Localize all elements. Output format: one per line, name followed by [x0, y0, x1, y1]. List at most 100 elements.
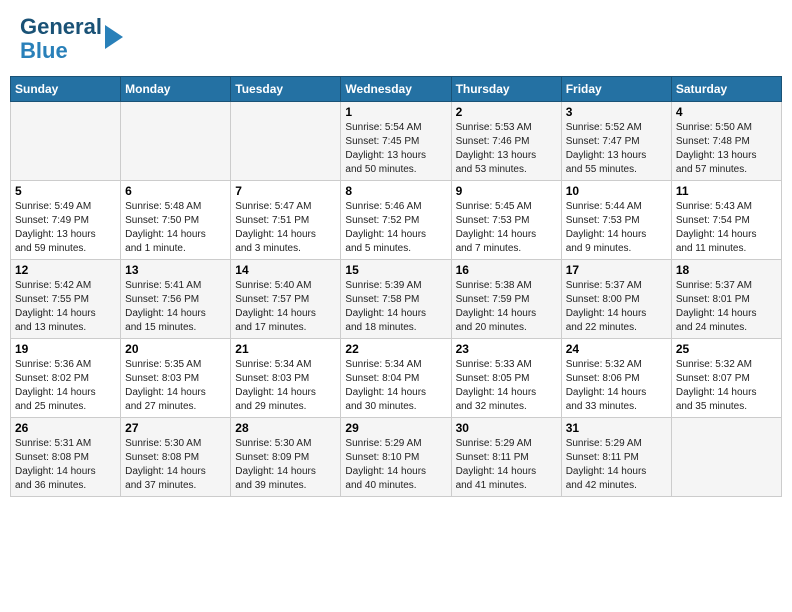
- day-info: Sunrise: 5:34 AMSunset: 8:04 PMDaylight:…: [345, 358, 446, 414]
- day-info: Sunrise: 5:35 AMSunset: 8:03 PMDaylight:…: [125, 358, 226, 414]
- day-info: Sunrise: 5:45 AMSunset: 7:53 PMDaylight:…: [456, 200, 557, 256]
- day-cell: [11, 102, 121, 181]
- day-cell: 4 Sunrise: 5:50 AMSunset: 7:48 PMDaylight…: [671, 102, 781, 181]
- day-number: 12: [15, 263, 116, 277]
- day-info: Sunrise: 5:30 AMSunset: 8:09 PMDaylight:…: [235, 437, 336, 493]
- day-cell: 23Sunrise: 5:33 AMSunset: 8:05 PMDayligh…: [451, 339, 561, 418]
- day-cell: 15Sunrise: 5:39 AMSunset: 7:58 PMDayligh…: [341, 260, 451, 339]
- header-day-thursday: Thursday: [451, 77, 561, 102]
- day-number: 26: [15, 421, 116, 435]
- day-number: 27: [125, 421, 226, 435]
- day-cell: 8 Sunrise: 5:46 AMSunset: 7:52 PMDaylight…: [341, 181, 451, 260]
- day-info: Sunrise: 5:38 AMSunset: 7:59 PMDaylight:…: [456, 279, 557, 335]
- day-info: Sunrise: 5:50 AMSunset: 7:48 PMDaylight:…: [676, 121, 777, 177]
- day-info: Sunrise: 5:44 AMSunset: 7:53 PMDaylight:…: [566, 200, 667, 256]
- day-cell: 12Sunrise: 5:42 AMSunset: 7:55 PMDayligh…: [11, 260, 121, 339]
- day-info: Sunrise: 5:47 AMSunset: 7:51 PMDaylight:…: [235, 200, 336, 256]
- week-row-2: 5Sunrise: 5:49 AMSunset: 7:49 PMDaylight…: [11, 181, 782, 260]
- day-number: 5: [15, 184, 116, 198]
- day-cell: 29Sunrise: 5:29 AMSunset: 8:10 PMDayligh…: [341, 418, 451, 497]
- day-cell: [671, 418, 781, 497]
- day-cell: 19 Sunrise: 5:36 AMSunset: 8:02 PMDayligh…: [11, 339, 121, 418]
- day-number: 25: [676, 342, 777, 356]
- day-info: Sunrise: 5:32 AMSunset: 8:07 PMDaylight:…: [676, 358, 777, 414]
- day-cell: 2Sunrise: 5:53 AMSunset: 7:46 PMDaylight…: [451, 102, 561, 181]
- day-cell: 28 Sunrise: 5:30 AMSunset: 8:09 PMDayligh…: [231, 418, 341, 497]
- logo: GeneralBlue: [20, 15, 123, 63]
- day-number: 4: [676, 105, 777, 119]
- day-cell: 5Sunrise: 5:49 AMSunset: 7:49 PMDaylight…: [11, 181, 121, 260]
- header-day-wednesday: Wednesday: [341, 77, 451, 102]
- day-number: 16: [456, 263, 557, 277]
- day-info: Sunrise: 5:43 AMSunset: 7:54 PMDaylight:…: [676, 200, 777, 256]
- day-info: Sunrise: 5:48 AMSunset: 7:50 PMDaylight:…: [125, 200, 226, 256]
- week-row-5: 26 Sunrise: 5:31 AMSunset: 8:08 PMDayligh…: [11, 418, 782, 497]
- header-day-friday: Friday: [561, 77, 671, 102]
- day-cell: 21Sunrise: 5:34 AMSunset: 8:03 PMDayligh…: [231, 339, 341, 418]
- day-number: 11: [676, 184, 777, 198]
- day-cell: 11 Sunrise: 5:43 AMSunset: 7:54 PMDayligh…: [671, 181, 781, 260]
- day-number: 21: [235, 342, 336, 356]
- day-number: 10: [566, 184, 667, 198]
- day-cell: 25 Sunrise: 5:32 AMSunset: 8:07 PMDayligh…: [671, 339, 781, 418]
- day-cell: 9 Sunrise: 5:45 AMSunset: 7:53 PMDaylight…: [451, 181, 561, 260]
- logo-arrow-icon: [105, 25, 123, 49]
- day-number: 20: [125, 342, 226, 356]
- header-day-tuesday: Tuesday: [231, 77, 341, 102]
- day-info: Sunrise: 5:53 AMSunset: 7:46 PMDaylight:…: [456, 121, 557, 177]
- day-number: 18: [676, 263, 777, 277]
- day-number: 28: [235, 421, 336, 435]
- day-cell: [121, 102, 231, 181]
- day-info: Sunrise: 5:32 AMSunset: 8:06 PMDaylight:…: [566, 358, 667, 414]
- day-cell: 7 Sunrise: 5:47 AMSunset: 7:51 PMDaylight…: [231, 181, 341, 260]
- day-number: 30: [456, 421, 557, 435]
- calendar-body: 1Sunrise: 5:54 AMSunset: 7:45 PMDaylight…: [11, 102, 782, 497]
- day-number: 24: [566, 342, 667, 356]
- day-number: 7: [235, 184, 336, 198]
- day-cell: 6 Sunrise: 5:48 AMSunset: 7:50 PMDaylight…: [121, 181, 231, 260]
- day-info: Sunrise: 5:54 AMSunset: 7:45 PMDaylight:…: [345, 121, 446, 177]
- day-number: 14: [235, 263, 336, 277]
- day-cell: 30 Sunrise: 5:29 AMSunset: 8:11 PMDayligh…: [451, 418, 561, 497]
- week-row-4: 19 Sunrise: 5:36 AMSunset: 8:02 PMDayligh…: [11, 339, 782, 418]
- day-number: 6: [125, 184, 226, 198]
- day-number: 13: [125, 263, 226, 277]
- day-cell: 31Sunrise: 5:29 AMSunset: 8:11 PMDayligh…: [561, 418, 671, 497]
- day-number: 3: [566, 105, 667, 119]
- day-cell: [231, 102, 341, 181]
- header-row: SundayMondayTuesdayWednesdayThursdayFrid…: [11, 77, 782, 102]
- day-cell: 18 Sunrise: 5:37 AMSunset: 8:01 PMDayligh…: [671, 260, 781, 339]
- day-number: 19: [15, 342, 116, 356]
- day-info: Sunrise: 5:52 AMSunset: 7:47 PMDaylight:…: [566, 121, 667, 177]
- day-info: Sunrise: 5:41 AMSunset: 7:56 PMDaylight:…: [125, 279, 226, 335]
- header-day-saturday: Saturday: [671, 77, 781, 102]
- day-cell: 16 Sunrise: 5:38 AMSunset: 7:59 PMDayligh…: [451, 260, 561, 339]
- day-cell: 3 Sunrise: 5:52 AMSunset: 7:47 PMDaylight…: [561, 102, 671, 181]
- day-info: Sunrise: 5:29 AMSunset: 8:11 PMDaylight:…: [456, 437, 557, 493]
- day-info: Sunrise: 5:36 AMSunset: 8:02 PMDaylight:…: [15, 358, 116, 414]
- day-number: 22: [345, 342, 446, 356]
- day-info: Sunrise: 5:40 AMSunset: 7:57 PMDaylight:…: [235, 279, 336, 335]
- day-info: Sunrise: 5:33 AMSunset: 8:05 PMDaylight:…: [456, 358, 557, 414]
- day-info: Sunrise: 5:29 AMSunset: 8:10 PMDaylight:…: [345, 437, 446, 493]
- day-info: Sunrise: 5:30 AMSunset: 8:08 PMDaylight:…: [125, 437, 226, 493]
- day-cell: 24 Sunrise: 5:32 AMSunset: 8:06 PMDayligh…: [561, 339, 671, 418]
- week-row-3: 12Sunrise: 5:42 AMSunset: 7:55 PMDayligh…: [11, 260, 782, 339]
- page-header: GeneralBlue: [10, 10, 782, 68]
- calendar-header: SundayMondayTuesdayWednesdayThursdayFrid…: [11, 77, 782, 102]
- calendar-table: SundayMondayTuesdayWednesdayThursdayFrid…: [10, 76, 782, 497]
- day-cell: 26 Sunrise: 5:31 AMSunset: 8:08 PMDayligh…: [11, 418, 121, 497]
- day-info: Sunrise: 5:37 AMSunset: 8:00 PMDaylight:…: [566, 279, 667, 335]
- day-number: 8: [345, 184, 446, 198]
- header-day-sunday: Sunday: [11, 77, 121, 102]
- day-cell: 13 Sunrise: 5:41 AMSunset: 7:56 PMDayligh…: [121, 260, 231, 339]
- day-info: Sunrise: 5:37 AMSunset: 8:01 PMDaylight:…: [676, 279, 777, 335]
- logo-text: GeneralBlue: [20, 15, 102, 63]
- day-cell: 10 Sunrise: 5:44 AMSunset: 7:53 PMDayligh…: [561, 181, 671, 260]
- day-cell: 22 Sunrise: 5:34 AMSunset: 8:04 PMDayligh…: [341, 339, 451, 418]
- day-info: Sunrise: 5:31 AMSunset: 8:08 PMDaylight:…: [15, 437, 116, 493]
- day-number: 15: [345, 263, 446, 277]
- day-number: 9: [456, 184, 557, 198]
- week-row-1: 1Sunrise: 5:54 AMSunset: 7:45 PMDaylight…: [11, 102, 782, 181]
- day-info: Sunrise: 5:46 AMSunset: 7:52 PMDaylight:…: [345, 200, 446, 256]
